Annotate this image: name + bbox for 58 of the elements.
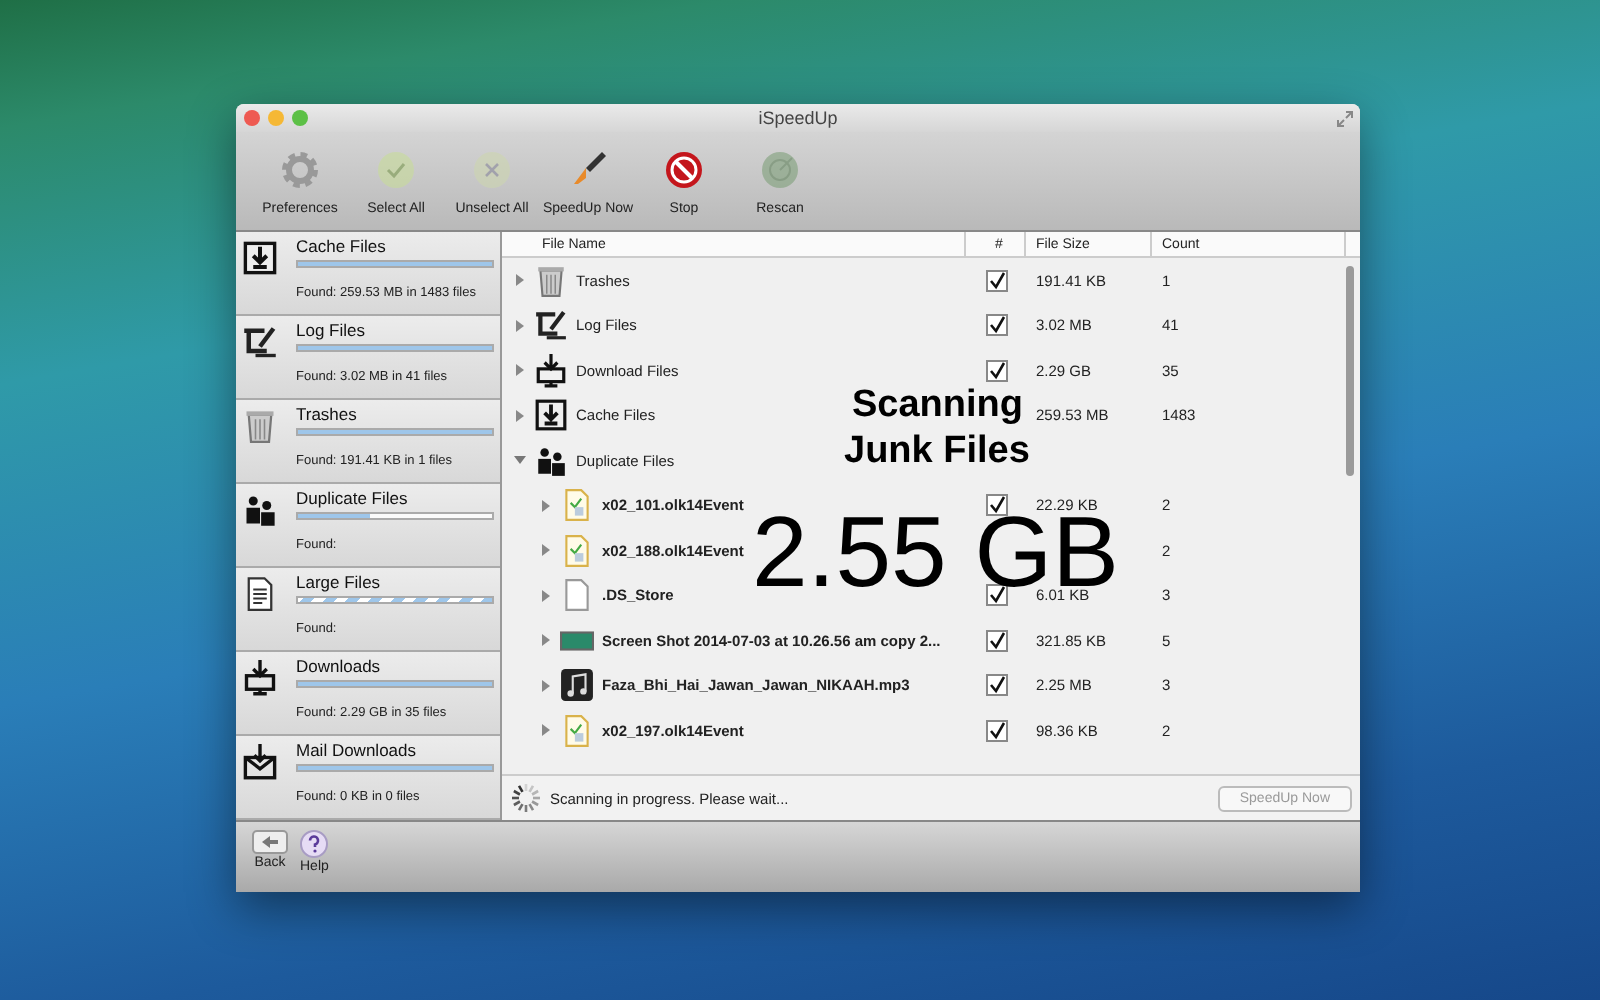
category-title: Cache Files xyxy=(296,236,388,256)
scrollbar-thumb[interactable] xyxy=(1346,266,1354,476)
checkbox[interactable] xyxy=(985,269,1007,292)
checkbox[interactable] xyxy=(985,584,1007,607)
fullscreen-icon[interactable] xyxy=(1336,110,1354,128)
expand-triangle-icon[interactable] xyxy=(540,544,552,557)
total-size: 2.55 GB xyxy=(752,516,1119,588)
pen-and-paper-icon xyxy=(534,308,568,343)
category-title: Mail Downloads xyxy=(296,740,418,760)
document-icon xyxy=(242,576,278,612)
checkmark-circle-icon xyxy=(374,148,418,192)
expand-triangle-icon[interactable] xyxy=(514,319,526,332)
mail-download-icon xyxy=(242,744,278,780)
pen-and-paper-icon xyxy=(242,324,278,360)
calendar-file-icon xyxy=(560,713,594,748)
close-button[interactable] xyxy=(244,110,260,126)
expand-triangle-icon[interactable] xyxy=(514,409,526,422)
expand-triangle-icon[interactable] xyxy=(514,364,526,377)
category-title: Duplicate Files xyxy=(296,488,410,508)
stop-icon xyxy=(662,148,706,192)
people-icon xyxy=(534,443,568,478)
checkbox[interactable] xyxy=(985,674,1007,697)
category-title: Log Files xyxy=(296,320,367,340)
category-title: Large Files xyxy=(296,572,383,592)
category-title: Downloads xyxy=(296,656,383,676)
checkbox[interactable] xyxy=(985,494,1007,517)
scanning-heading: Scanning xyxy=(852,386,1024,424)
window-title: iSpeedUp xyxy=(756,108,840,128)
radar-icon xyxy=(758,148,802,192)
trash-can-icon xyxy=(242,408,278,444)
download-icon xyxy=(242,660,278,696)
download-box-icon xyxy=(242,240,278,276)
cross-circle-icon xyxy=(470,148,514,192)
spinner-icon xyxy=(510,782,542,814)
scanning-subheading: Junk Files xyxy=(844,432,1030,470)
download-box-icon xyxy=(534,398,568,433)
calendar-file-icon xyxy=(560,533,594,568)
calendar-file-icon xyxy=(560,488,594,523)
zoom-button[interactable] xyxy=(292,110,308,126)
help-icon xyxy=(300,830,329,858)
download-icon xyxy=(534,353,568,388)
expand-triangle-icon[interactable] xyxy=(514,274,526,287)
checkbox[interactable] xyxy=(985,719,1007,742)
music-file-icon xyxy=(560,668,594,703)
expand-triangle-icon[interactable] xyxy=(540,679,552,692)
checkbox[interactable] xyxy=(985,629,1007,652)
people-icon xyxy=(242,492,278,528)
category-title: Trashes xyxy=(296,404,359,424)
collapse-triangle-icon[interactable] xyxy=(514,454,526,467)
checkbox[interactable] xyxy=(985,359,1007,382)
trash-can-icon xyxy=(534,263,568,298)
blank-file-icon xyxy=(560,578,594,613)
settings-icon xyxy=(278,148,322,192)
expand-triangle-icon[interactable] xyxy=(540,724,552,737)
expand-triangle-icon[interactable] xyxy=(540,589,552,602)
expand-triangle-icon[interactable] xyxy=(540,499,552,512)
expand-triangle-icon[interactable] xyxy=(540,634,552,647)
checkbox[interactable] xyxy=(985,314,1007,337)
